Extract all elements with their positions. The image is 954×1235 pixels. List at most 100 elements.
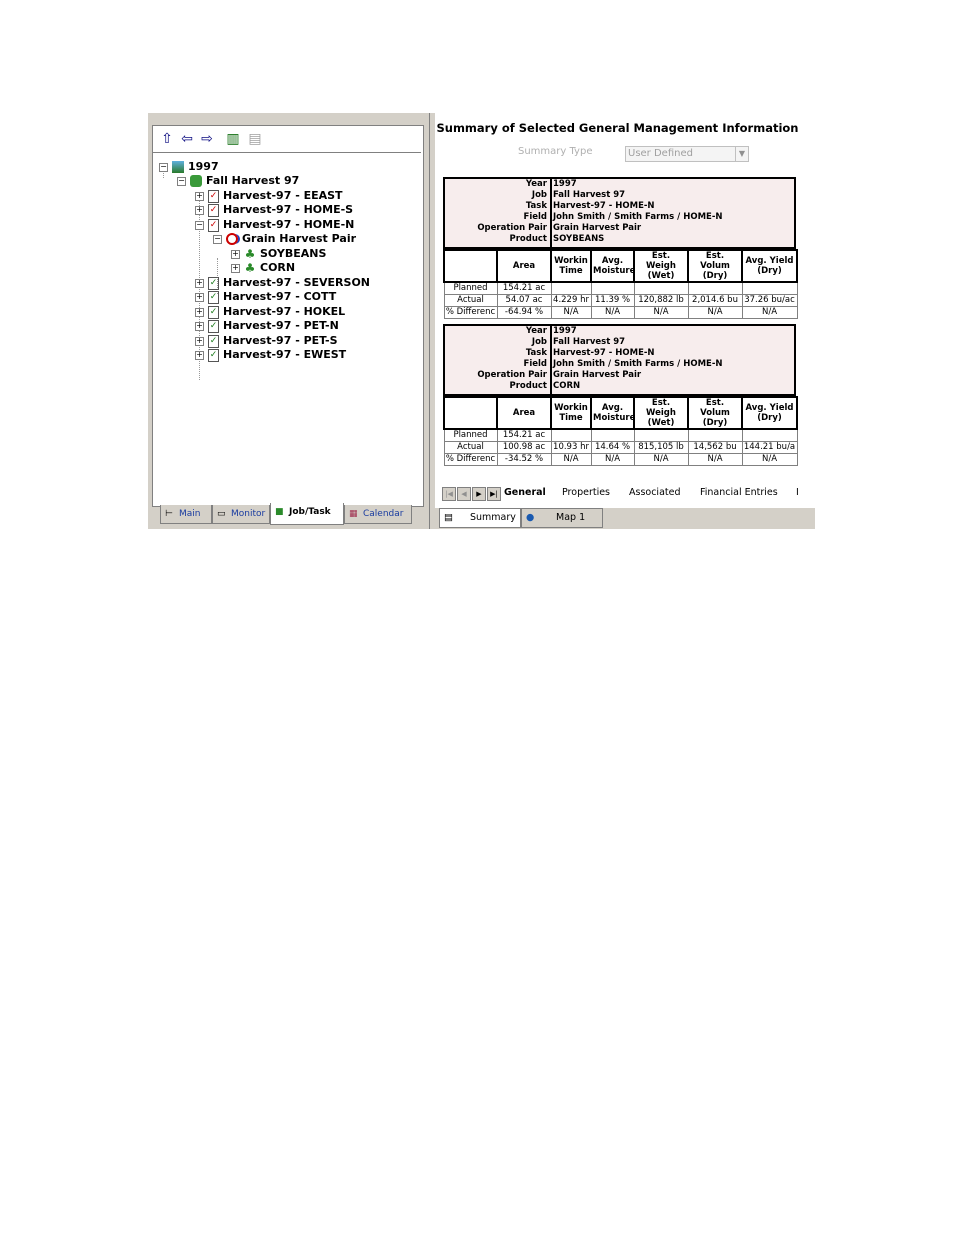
clipboard-check-icon: ✓	[208, 290, 219, 304]
tree-node-label: Grain Harvest Pair	[242, 232, 357, 245]
tractor-icon: ■	[275, 507, 284, 517]
collapse-icon[interactable]: −	[159, 162, 168, 172]
table-row: % Differenc -64.94 % N/A N/A N/A N/A N/A	[443, 306, 798, 319]
expand-icon[interactable]: +	[231, 263, 240, 273]
tree-node-label: Harvest-97 - COTT	[223, 290, 337, 303]
tree-node-task[interactable]: − ✓ Harvest-97 - HOME-N	[195, 218, 354, 232]
monitor-icon: ▭	[217, 509, 226, 519]
expand-icon[interactable]: +	[195, 278, 204, 288]
tree-node-label: SOYBEANS	[260, 247, 327, 260]
tree-node-label: Harvest-97 - PET-N	[223, 319, 339, 332]
link-rings-icon	[226, 233, 238, 245]
plant-icon: ♣	[244, 247, 256, 261]
table-row: Planned 154.21 ac	[443, 281, 798, 295]
tab-main[interactable]: ⊢ Main	[160, 505, 212, 524]
properties-icon[interactable]: ▤	[247, 132, 263, 146]
expand-icon[interactable]: +	[195, 205, 204, 215]
summary-card-corn: Year 1997 Job Fall Harvest 97 Task Harvest-…	[443, 324, 798, 466]
sheet-tab-general[interactable]: General	[504, 486, 546, 500]
tab-map-1[interactable]: ● Map 1	[521, 508, 603, 528]
tree-node-label: Fall Harvest 97	[206, 174, 300, 187]
tree-node-label: Harvest-97 - HOME-N	[223, 218, 355, 231]
summary-title: Summary of Selected General Management I…	[436, 121, 799, 135]
first-sheet-icon[interactable]: |◀	[442, 487, 456, 501]
sheet-tab-properties[interactable]: Properties	[562, 486, 610, 500]
clipboard-check-icon: ✓	[208, 319, 219, 333]
clipboard-check-icon: ✓	[208, 218, 219, 232]
tree-node-task[interactable]: + ✓ Harvest-97 - HOME-S	[195, 203, 353, 217]
back-arrow-icon[interactable]: ⇦	[179, 132, 195, 146]
sheet-tab-strip: |◀ ◀ ▶ ▶| General Properties Associated …	[438, 486, 813, 501]
tree-node-operation-pair[interactable]: − Grain Harvest Pair	[213, 232, 356, 246]
clipboard-check-icon: ✓	[208, 348, 219, 362]
tree-node-label: Harvest-97 - PET-S	[223, 334, 338, 347]
collapse-icon[interactable]: −	[213, 234, 222, 244]
table-header-row: Area Workin Time Avg. Moisture Est. Weig…	[443, 396, 798, 430]
tab-summary[interactable]: ▤ Summary	[439, 508, 521, 528]
year-icon	[172, 161, 184, 173]
card-header: Year 1997 Job Fall Harvest 97 Task Harvest-…	[443, 177, 796, 249]
chevron-down-icon[interactable]: ▼	[735, 147, 748, 161]
table-row: Actual 100.98 ac 10.93 hr 14.64 % 815,105 lb…	[443, 441, 798, 454]
tree-node-label: Harvest-97 - EEAST	[223, 189, 343, 202]
clipboard-check-icon: ✓	[208, 305, 219, 319]
left-pane: ⇧ ⇦ ⇨ ▥ ▤ −1997 − Fall Harvest 97 + ✓ Harve…	[148, 113, 428, 529]
forward-arrow-icon[interactable]: ⇨	[199, 132, 215, 146]
calendar-icon: ▦	[349, 509, 358, 519]
next-sheet-icon[interactable]: ▶	[472, 487, 486, 501]
tree-node-label: CORN	[260, 261, 296, 274]
tree-node-product[interactable]: + ♣ CORN	[231, 261, 295, 275]
tree-node-task[interactable]: + ✓ Harvest-97 - COTT	[195, 290, 336, 304]
last-sheet-icon[interactable]: ▶|	[487, 487, 501, 501]
expand-icon[interactable]: +	[195, 336, 204, 346]
view-tab-strip: ▤ Summary ● Map 1	[435, 508, 815, 529]
table-row: Planned 154.21 ac	[443, 428, 798, 442]
tab-calendar[interactable]: ▦ Calendar	[344, 505, 412, 524]
collapse-icon[interactable]: −	[195, 220, 204, 230]
tree-node-task[interactable]: + ✓ Harvest-97 - PET-N	[195, 319, 339, 333]
tree-node-label: Harvest-97 - HOME-S	[223, 203, 354, 216]
plant-icon: ♣	[244, 261, 256, 275]
pane-splitter[interactable]	[429, 113, 434, 529]
summary-card-soybeans: Year 1997 Job Fall Harvest 97 Task Harvest-…	[443, 177, 798, 319]
collapse-icon[interactable]: −	[177, 176, 186, 186]
tree-node-task[interactable]: + ✓ Harvest-97 - EEAST	[195, 189, 343, 203]
tree-node-task[interactable]: + ✓ Harvest-97 - HOKEL	[195, 305, 345, 319]
clipboard-check-icon: ✓	[208, 189, 219, 203]
clipboard-check-icon: ✓	[208, 334, 219, 348]
expand-icon[interactable]: +	[231, 249, 240, 259]
expand-icon[interactable]: +	[195, 350, 204, 360]
sheet-tab-associated[interactable]: Associated	[629, 486, 681, 500]
sheet-tab-financial-entries[interactable]: Financial Entries	[700, 486, 778, 500]
tree-node-job[interactable]: − Fall Harvest 97	[177, 174, 299, 188]
tree-node-label: Harvest-97 - EWEST	[223, 348, 347, 361]
tree-node-task[interactable]: + ✓ Harvest-97 - EWEST	[195, 348, 346, 362]
tab-job-task[interactable]: ■ Job/Task	[270, 503, 344, 525]
summary-type-select[interactable]: User Defined ▼	[625, 146, 749, 162]
card-header: Year 1997 Job Fall Harvest 97 Task Harvest-…	[443, 324, 796, 396]
expand-icon[interactable]: +	[195, 321, 204, 331]
tree-node-year[interactable]: − 1997	[159, 160, 219, 174]
globe-icon: ●	[526, 512, 535, 523]
split-view-icon[interactable]: ▥	[225, 132, 241, 146]
tree-node-task[interactable]: + ✓ Harvest-97 - PET-S	[195, 334, 338, 348]
table-header-row: Area Workin Time Avg. Moisture Est. Weig…	[443, 249, 798, 283]
sheet-tab-truncated[interactable]: I	[796, 486, 799, 500]
summary-type-label: Summary Type	[518, 146, 593, 157]
expand-icon[interactable]: +	[195, 191, 204, 201]
summary-pane: Summary of Selected General Management I…	[435, 113, 815, 529]
up-arrow-icon[interactable]: ⇧	[159, 132, 175, 146]
tree-node-label: Harvest-97 - SEVERSON	[223, 276, 371, 289]
expand-icon[interactable]: +	[195, 307, 204, 317]
clipboard-check-icon: ✓	[208, 276, 219, 290]
prev-sheet-icon[interactable]: ◀	[457, 487, 471, 501]
tree-node-product[interactable]: + ♣ SOYBEANS	[231, 247, 326, 261]
tree-panel: ⇧ ⇦ ⇨ ▥ ▤ −1997 − Fall Harvest 97 + ✓ Harve…	[152, 125, 424, 507]
tree-node-label: 1997	[188, 160, 219, 173]
tree-toolbar: ⇧ ⇦ ⇨ ▥ ▤	[153, 126, 421, 153]
tree-node-task[interactable]: + ✓ Harvest-97 - SEVERSON	[195, 276, 370, 290]
document-icon: ▤	[444, 512, 453, 523]
tab-monitor[interactable]: ▭ Monitor	[212, 505, 270, 524]
tractor-icon	[190, 175, 202, 187]
expand-icon[interactable]: +	[195, 292, 204, 302]
